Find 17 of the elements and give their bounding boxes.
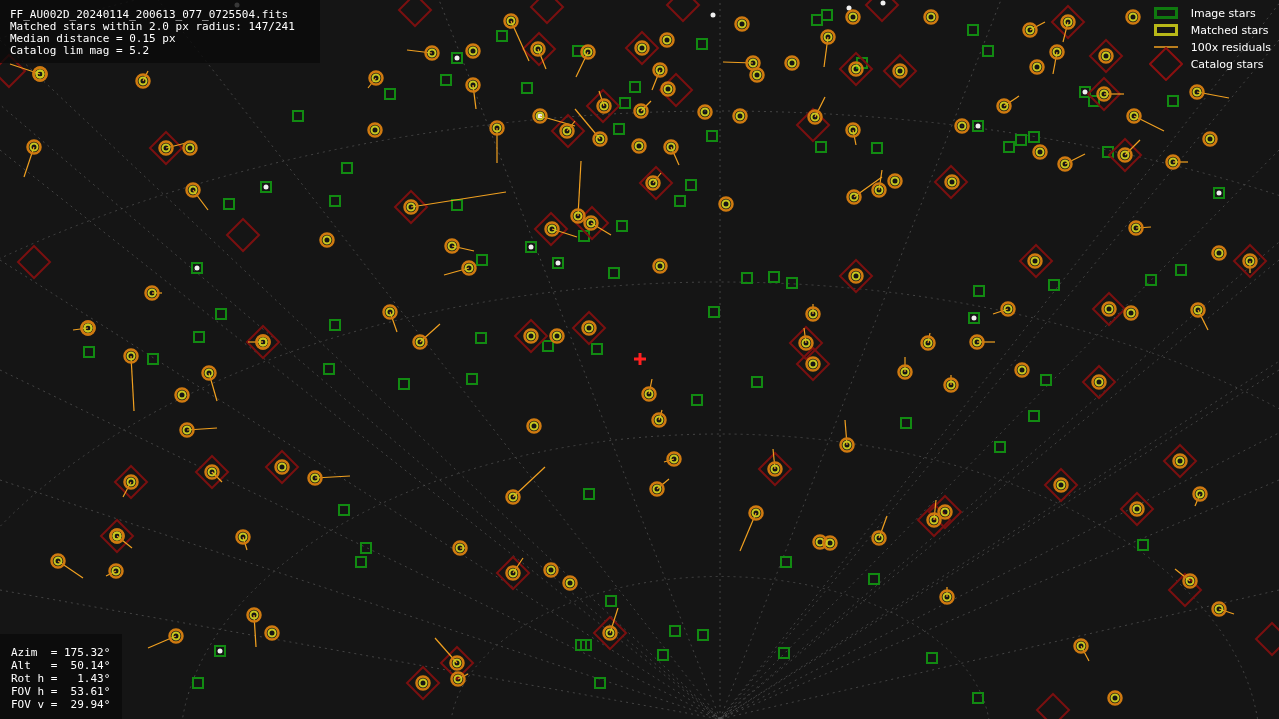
legend-label: 100x residuals xyxy=(1190,40,1271,54)
pointing-text: Rot h = 1.43° xyxy=(11,672,112,685)
legend-label: Catalog stars xyxy=(1190,57,1264,71)
pointing-text: Azim = 175.32° xyxy=(11,646,112,659)
pointing-text: FOV v = 29.94° xyxy=(11,698,112,711)
info-text: Median distance = 0.15 px xyxy=(10,33,177,45)
square-marker-icon xyxy=(1153,24,1178,36)
info-text: FF_AU002D_20240114_200613_077_0725504.fits xyxy=(10,9,290,21)
info-text: Catalog lim mag = 5.2 xyxy=(10,45,151,57)
legend-label: Image stars xyxy=(1190,6,1256,20)
diamond-marker-icon xyxy=(1148,47,1183,81)
square-marker-icon xyxy=(1153,7,1178,19)
pointing-text: Alt = 50.14° xyxy=(11,659,112,672)
pointing-text: FOV h = 53.61° xyxy=(11,685,112,698)
info-text: Matched stars within 2.0 px radius: 147/241 xyxy=(10,21,296,33)
line-marker-icon xyxy=(1153,46,1178,48)
legend-label: Matched stars xyxy=(1190,23,1269,37)
